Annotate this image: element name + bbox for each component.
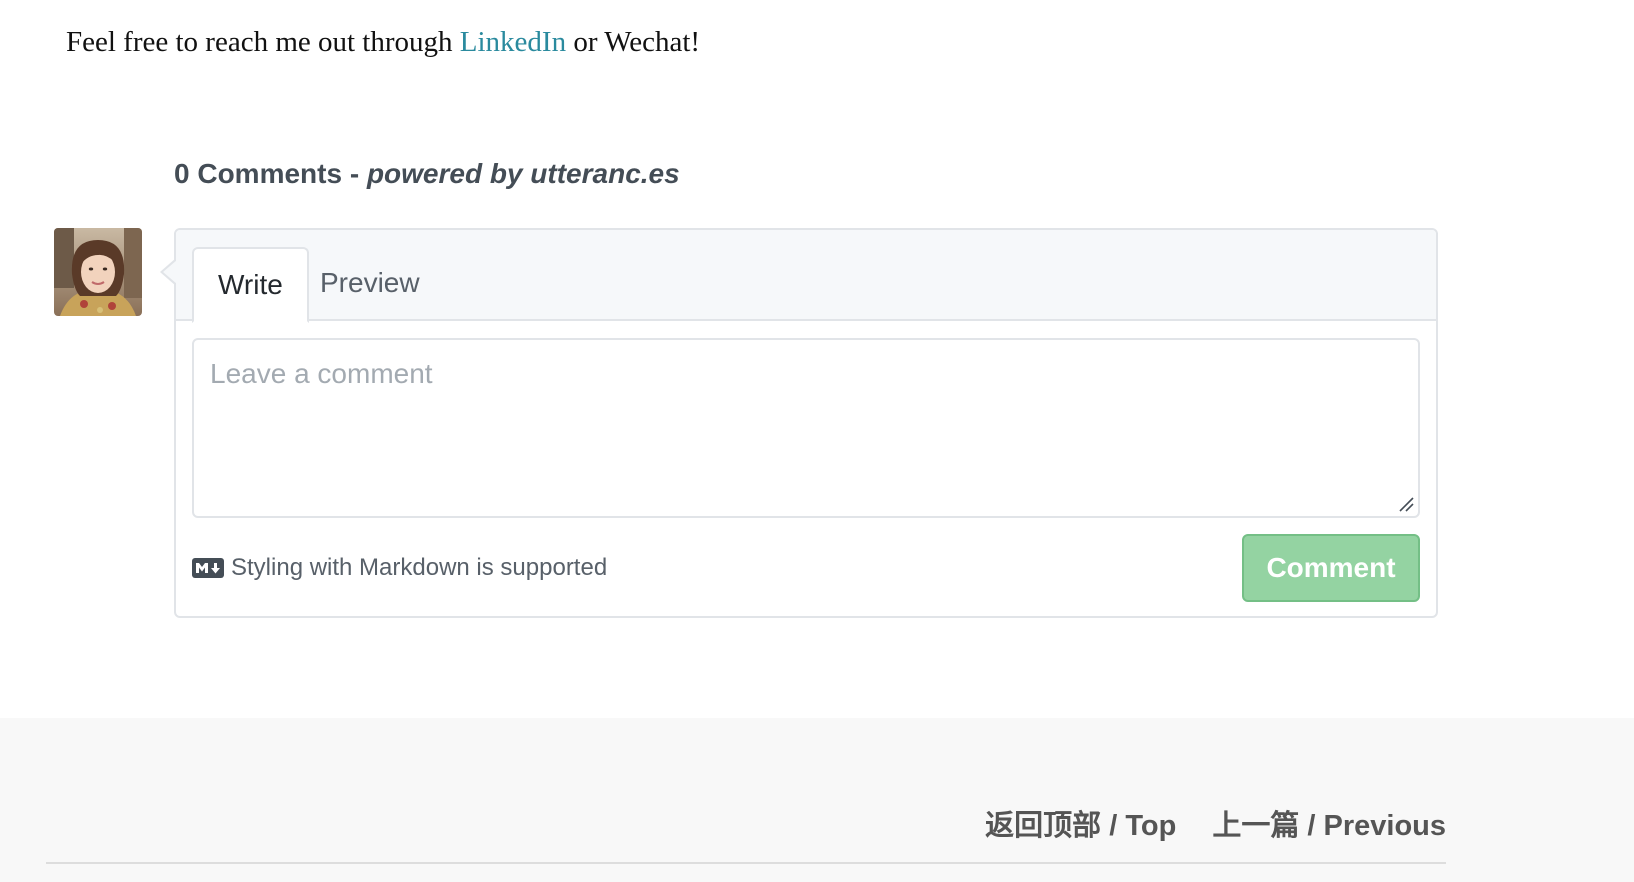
comments-header: 0 Comments - powered by utteranc.es (174, 158, 680, 190)
markdown-icon (192, 558, 224, 578)
markdown-note: Styling with Markdown is supported (192, 554, 607, 582)
comment-tab-bar: Write Preview (176, 230, 1436, 323)
linkedin-link[interactable]: LinkedIn (460, 26, 566, 58)
back-to-top-link[interactable]: 返回顶部 / Top (985, 802, 1176, 844)
comment-textarea-wrapper (192, 338, 1420, 518)
markdown-note-label: Styling with Markdown is supported (231, 554, 608, 581)
avatar-image (54, 228, 142, 316)
tab-write[interactable]: Write (192, 247, 309, 323)
previous-post-link[interactable]: 上一篇 / Previous (1212, 802, 1446, 844)
contact-text-before: Feel free to reach me out through (66, 26, 460, 58)
comment-form: Write Preview Styling with Markdown is s… (160, 228, 1438, 618)
header-separator: - (342, 158, 367, 189)
avatar (54, 228, 142, 316)
footer-nav: 返回顶部 / Top 上一篇 / Previous (985, 802, 1446, 844)
contact-paragraph: Feel free to reach me out through Linked… (66, 26, 700, 59)
tab-preview[interactable]: Preview (294, 247, 446, 323)
footer-divider (46, 862, 1446, 864)
resize-handle-icon[interactable] (1398, 496, 1414, 512)
powered-by-label: powered by utteranc.es (366, 158, 680, 189)
page-footer: 返回顶部 / Top 上一篇 / Previous (0, 718, 1634, 882)
contact-text-after: or Wechat! (566, 26, 701, 58)
comment-count: 0 Comments (174, 158, 343, 189)
comment-input[interactable] (194, 340, 1418, 516)
comment-submit-button[interactable]: Comment (1242, 534, 1420, 602)
